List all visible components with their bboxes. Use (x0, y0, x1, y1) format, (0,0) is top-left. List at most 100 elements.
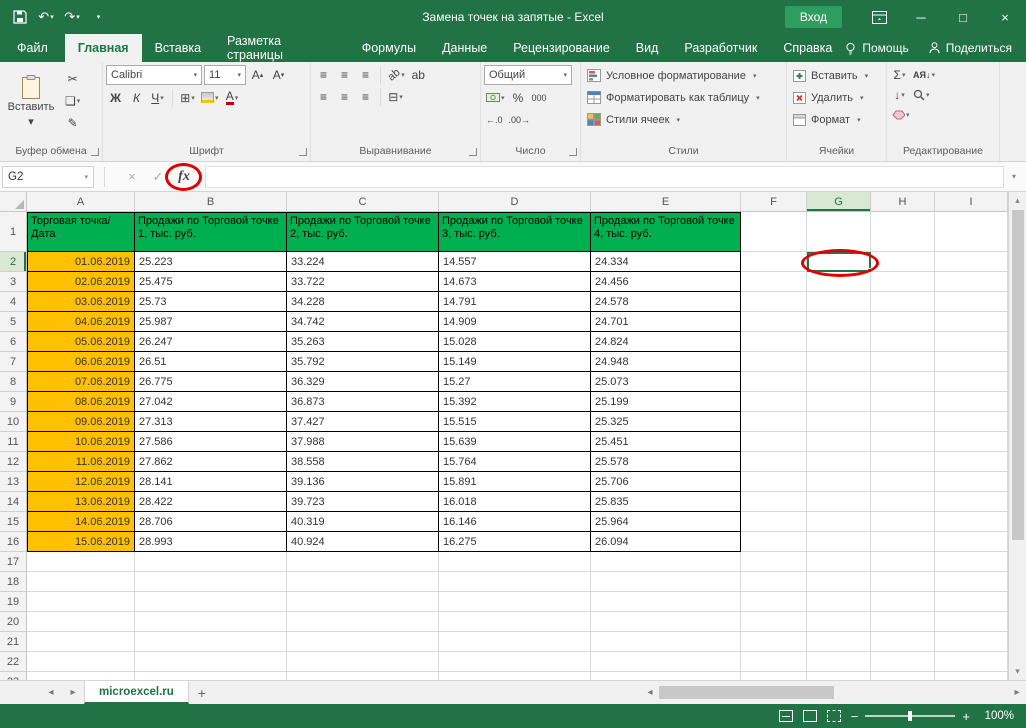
cell-A22[interactable] (27, 652, 135, 672)
cell-C1[interactable]: Продажи по Торговой точке 2, тыс. руб. (287, 212, 439, 252)
row-header-16[interactable]: 16 (0, 532, 27, 552)
cell-B17[interactable] (135, 552, 287, 572)
cell-G17[interactable] (807, 552, 871, 572)
tab-file[interactable]: Файл (0, 34, 65, 62)
underline-button[interactable]: Ч▾ (148, 88, 167, 107)
cell-E3[interactable]: 24.456 (591, 272, 741, 292)
cell-I8[interactable] (935, 372, 1008, 392)
zoom-level[interactable]: 100% (980, 710, 1014, 722)
cell-F14[interactable] (741, 492, 807, 512)
cell-E9[interactable]: 25.199 (591, 392, 741, 412)
cell-C8[interactable]: 36.329 (287, 372, 439, 392)
cell-A3[interactable]: 02.06.2019 (27, 272, 135, 292)
enter-button[interactable]: ✓ (145, 166, 171, 188)
cell-D13[interactable]: 15.891 (439, 472, 591, 492)
decrease-decimal-button[interactable]: .00→ (507, 110, 533, 129)
cell-E21[interactable] (591, 632, 741, 652)
insert-function-button[interactable]: fx (171, 166, 197, 188)
paste-button[interactable]: Вставить ▾ (3, 65, 59, 137)
cell-H14[interactable] (871, 492, 935, 512)
format-painter-icon[interactable]: ✎ (63, 113, 82, 132)
row-header-4[interactable]: 4 (0, 292, 27, 312)
cell-I5[interactable] (935, 312, 1008, 332)
sheet-nav-right-icon[interactable]: ▸ (62, 687, 84, 698)
cell-E13[interactable]: 25.706 (591, 472, 741, 492)
row-header-15[interactable]: 15 (0, 512, 27, 532)
cell-I22[interactable] (935, 652, 1008, 672)
cell-D18[interactable] (439, 572, 591, 592)
cell-G3[interactable] (807, 272, 871, 292)
cell-F9[interactable] (741, 392, 807, 412)
orientation-button[interactable]: ab▾ (386, 65, 407, 84)
percent-style-button[interactable]: % (509, 88, 528, 107)
font-dialog-launcher[interactable] (299, 148, 307, 156)
cell-H3[interactable] (871, 272, 935, 292)
cell-F4[interactable] (741, 292, 807, 312)
cell-F23[interactable] (741, 672, 807, 680)
vertical-scroll-thumb[interactable] (1012, 210, 1024, 540)
cell-G16[interactable] (807, 532, 871, 552)
cell-G5[interactable] (807, 312, 871, 332)
cell-D15[interactable]: 16.146 (439, 512, 591, 532)
cell-D22[interactable] (439, 652, 591, 672)
zoom-in-button[interactable]: + (962, 709, 970, 724)
cell-F22[interactable] (741, 652, 807, 672)
cell-I4[interactable] (935, 292, 1008, 312)
cell-A6[interactable]: 05.06.2019 (27, 332, 135, 352)
cell-B20[interactable] (135, 612, 287, 632)
cell-A9[interactable]: 08.06.2019 (27, 392, 135, 412)
cell-H13[interactable] (871, 472, 935, 492)
row-header-8[interactable]: 8 (0, 372, 27, 392)
cancel-button[interactable]: × (119, 166, 145, 188)
row-header-10[interactable]: 10 (0, 412, 27, 432)
redo-button[interactable]: ↷▾ (60, 4, 84, 30)
scroll-up-icon[interactable]: ▴ (1009, 192, 1026, 209)
cell-E6[interactable]: 24.824 (591, 332, 741, 352)
cell-F15[interactable] (741, 512, 807, 532)
cell-B18[interactable] (135, 572, 287, 592)
cell-H18[interactable] (871, 572, 935, 592)
font-color-button[interactable]: А▾ (223, 88, 242, 107)
cell-B19[interactable] (135, 592, 287, 612)
page-layout-view-button[interactable] (803, 710, 817, 722)
cell-E10[interactable]: 25.325 (591, 412, 741, 432)
row-header-17[interactable]: 17 (0, 552, 27, 572)
cell-E2[interactable]: 24.334 (591, 252, 741, 272)
cell-C7[interactable]: 35.792 (287, 352, 439, 372)
cell-B13[interactable]: 28.141 (135, 472, 287, 492)
cell-G11[interactable] (807, 432, 871, 452)
cell-C12[interactable]: 38.558 (287, 452, 439, 472)
column-header-B[interactable]: B (135, 192, 287, 212)
vertical-scrollbar[interactable]: ▴ ▾ (1008, 192, 1026, 680)
cell-C13[interactable]: 39.136 (287, 472, 439, 492)
copy-icon[interactable]: ❏▾ (63, 91, 82, 110)
column-header-F[interactable]: F (741, 192, 807, 212)
column-header-H[interactable]: H (871, 192, 935, 212)
cell-C21[interactable] (287, 632, 439, 652)
cell-A10[interactable]: 09.06.2019 (27, 412, 135, 432)
cell-D7[interactable]: 15.149 (439, 352, 591, 372)
cell-F13[interactable] (741, 472, 807, 492)
cell-C23[interactable] (287, 672, 439, 680)
cell-B12[interactable]: 27.862 (135, 452, 287, 472)
cell-F19[interactable] (741, 592, 807, 612)
cell-E4[interactable]: 24.578 (591, 292, 741, 312)
cell-H15[interactable] (871, 512, 935, 532)
row-header-13[interactable]: 13 (0, 472, 27, 492)
name-box[interactable]: G2 ▾ (2, 166, 94, 188)
cell-D2[interactable]: 14.557 (439, 252, 591, 272)
row-header-23[interactable]: 23 (0, 672, 27, 680)
cell-A15[interactable]: 14.06.2019 (27, 512, 135, 532)
column-header-D[interactable]: D (439, 192, 591, 212)
zoom-slider[interactable] (865, 715, 955, 717)
cell-D6[interactable]: 15.028 (439, 332, 591, 352)
cell-H4[interactable] (871, 292, 935, 312)
cell-H9[interactable] (871, 392, 935, 412)
cell-G10[interactable] (807, 412, 871, 432)
zoom-out-button[interactable]: − (851, 709, 859, 724)
alignment-dialog-launcher[interactable] (469, 148, 477, 156)
fill-color-button[interactable]: ▾ (199, 88, 221, 107)
cell-C14[interactable]: 39.723 (287, 492, 439, 512)
cell-A14[interactable]: 13.06.2019 (27, 492, 135, 512)
row-header-21[interactable]: 21 (0, 632, 27, 652)
